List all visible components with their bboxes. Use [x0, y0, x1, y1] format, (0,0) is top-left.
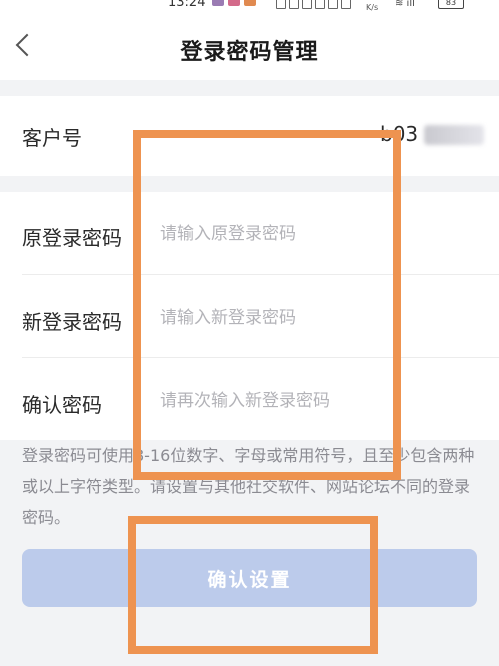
status-indicator-icons: [276, 0, 351, 9]
status-bar: 13:24 K/s ≋ ıll 83: [0, 0, 499, 12]
account-row: 客户号 b03: [0, 96, 499, 176]
page-title: 登录密码管理: [180, 40, 319, 65]
notification-icons: [212, 0, 256, 6]
nav-bar: 登录密码管理: [0, 12, 499, 80]
confirm-password-label: 确认密码: [22, 393, 102, 417]
battery-level: 83: [445, 0, 457, 7]
network-speed: K/s: [366, 3, 379, 12]
old-password-label: 原登录密码: [22, 226, 122, 250]
status-time: 13:24: [168, 0, 206, 10]
divider: [22, 357, 499, 358]
masked-account-number: [424, 125, 484, 145]
new-password-input[interactable]: [158, 302, 462, 334]
confirm-settings-button[interactable]: 确认设置: [22, 549, 477, 607]
account-value: b03: [380, 122, 419, 146]
section-gap: [0, 80, 499, 96]
account-label: 客户号: [22, 126, 82, 150]
old-password-input[interactable]: [158, 218, 462, 250]
password-form: 原登录密码 新登录密码 确认密码: [0, 192, 499, 440]
divider: [22, 274, 499, 275]
password-rules-hint: 登录密码可使用8-16位数字、字母或常用符号，且至少包含两种或以上字符类型。请设…: [22, 446, 475, 527]
new-password-label: 新登录密码: [22, 310, 122, 334]
wifi-signal-icon: ≋ ıll: [395, 0, 415, 9]
confirm-password-input[interactable]: [158, 385, 462, 417]
battery-icon: 83: [438, 0, 464, 9]
